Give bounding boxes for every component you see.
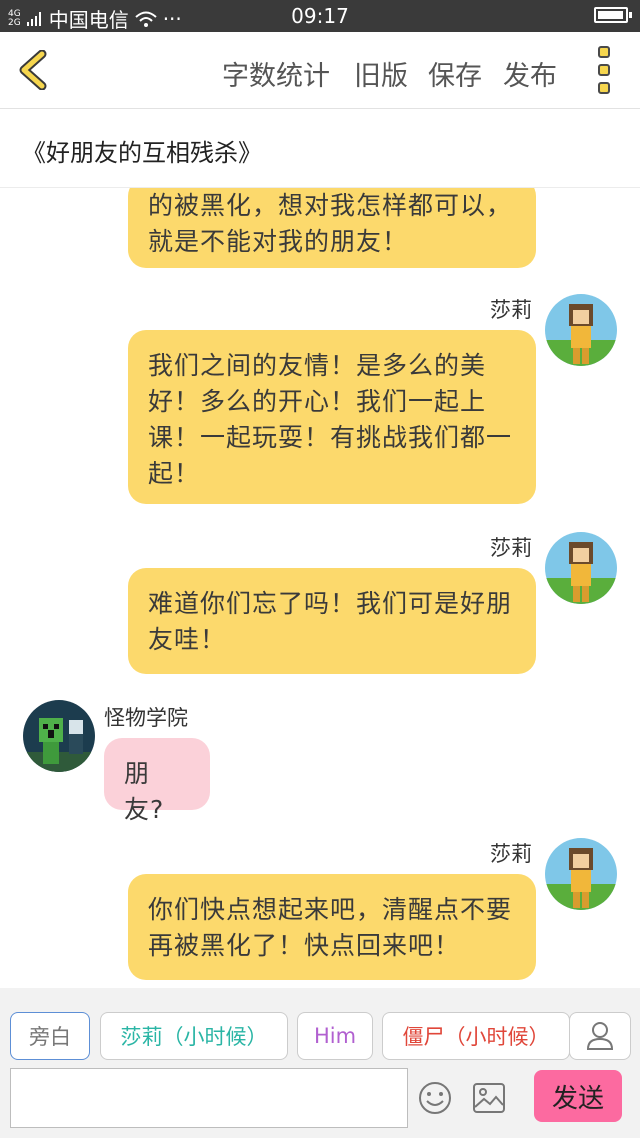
message-bubble[interactable]: 的被黑化，想对我怎样都可以，就是不能对我的朋友！	[128, 188, 536, 268]
avatar[interactable]	[545, 294, 617, 366]
message-bubble[interactable]: 难道你们忘了吗！我们可是好朋友哇！	[128, 568, 536, 674]
battery-level	[598, 11, 623, 19]
status-bar: 4G 2G 中国电信 ··· 09:17	[0, 0, 640, 32]
back-arrow-icon[interactable]	[14, 50, 54, 90]
role-label: 莎莉（小时候）	[120, 1025, 268, 1049]
sender-name: 莎莉	[490, 536, 532, 560]
image-icon[interactable]	[472, 1082, 506, 1114]
role-label: Him	[313, 1024, 357, 1048]
add-role-button[interactable]	[569, 1012, 631, 1060]
monster-academy-avatar-icon	[23, 700, 95, 772]
person-icon	[586, 1022, 614, 1050]
sender-name: 莎莉	[490, 298, 532, 322]
sender-name: 莎莉	[490, 842, 532, 866]
sally-avatar-icon	[545, 532, 617, 604]
word-count-button[interactable]: 字数统计	[222, 54, 330, 93]
battery-icon	[594, 7, 632, 23]
avatar[interactable]	[545, 838, 617, 910]
sally-avatar-icon	[545, 294, 617, 366]
role-label: 僵尸（小时候）	[402, 1025, 550, 1049]
role-chip-him[interactable]: Him	[297, 1012, 373, 1060]
avatar[interactable]	[545, 532, 617, 604]
role-label: 旁白	[29, 1025, 71, 1049]
avatar[interactable]	[23, 700, 95, 772]
clock: 09:17	[291, 4, 349, 28]
sally-avatar-icon	[545, 838, 617, 910]
more-menu-icon[interactable]	[598, 46, 614, 94]
save-button[interactable]: 保存	[428, 54, 482, 93]
send-button[interactable]: 发送	[534, 1070, 622, 1122]
editor-toolbar: 字数统计 旧版 保存 发布	[0, 32, 640, 109]
emoji-icon[interactable]	[418, 1081, 452, 1115]
publish-button[interactable]: 发布	[503, 54, 557, 93]
message-bubble[interactable]: 朋友?	[104, 738, 210, 824]
role-chip-zombie-child[interactable]: 僵尸（小时候）	[382, 1012, 570, 1060]
message-bubble[interactable]: 你们快点想起来吧，清醒点不要再被黑化了！快点回来吧！	[128, 874, 536, 980]
composer-area: 旁白 莎莉（小时候） Him 僵尸（小时候） 发送	[0, 988, 640, 1138]
story-title-bar: 《好朋友的互相残杀》	[0, 109, 640, 188]
chat-area[interactable]: 的被黑化，想对我怎样都可以，就是不能对我的朋友！ 莎莉 我们之间的友情！是多么的…	[0, 188, 640, 988]
sender-name: 怪物学院	[104, 706, 188, 730]
old-version-button[interactable]: 旧版	[354, 54, 408, 93]
role-chip-sally-child[interactable]: 莎莉（小时候）	[100, 1012, 288, 1060]
role-chip-narrator[interactable]: 旁白	[10, 1012, 90, 1060]
message-input[interactable]	[10, 1068, 408, 1128]
message-bubble[interactable]: 我们之间的友情！是多么的美好！多么的开心！我们一起上课！一起玩耍！有挑战我们都一…	[128, 330, 536, 504]
story-title[interactable]: 《好朋友的互相残杀》	[22, 133, 262, 168]
